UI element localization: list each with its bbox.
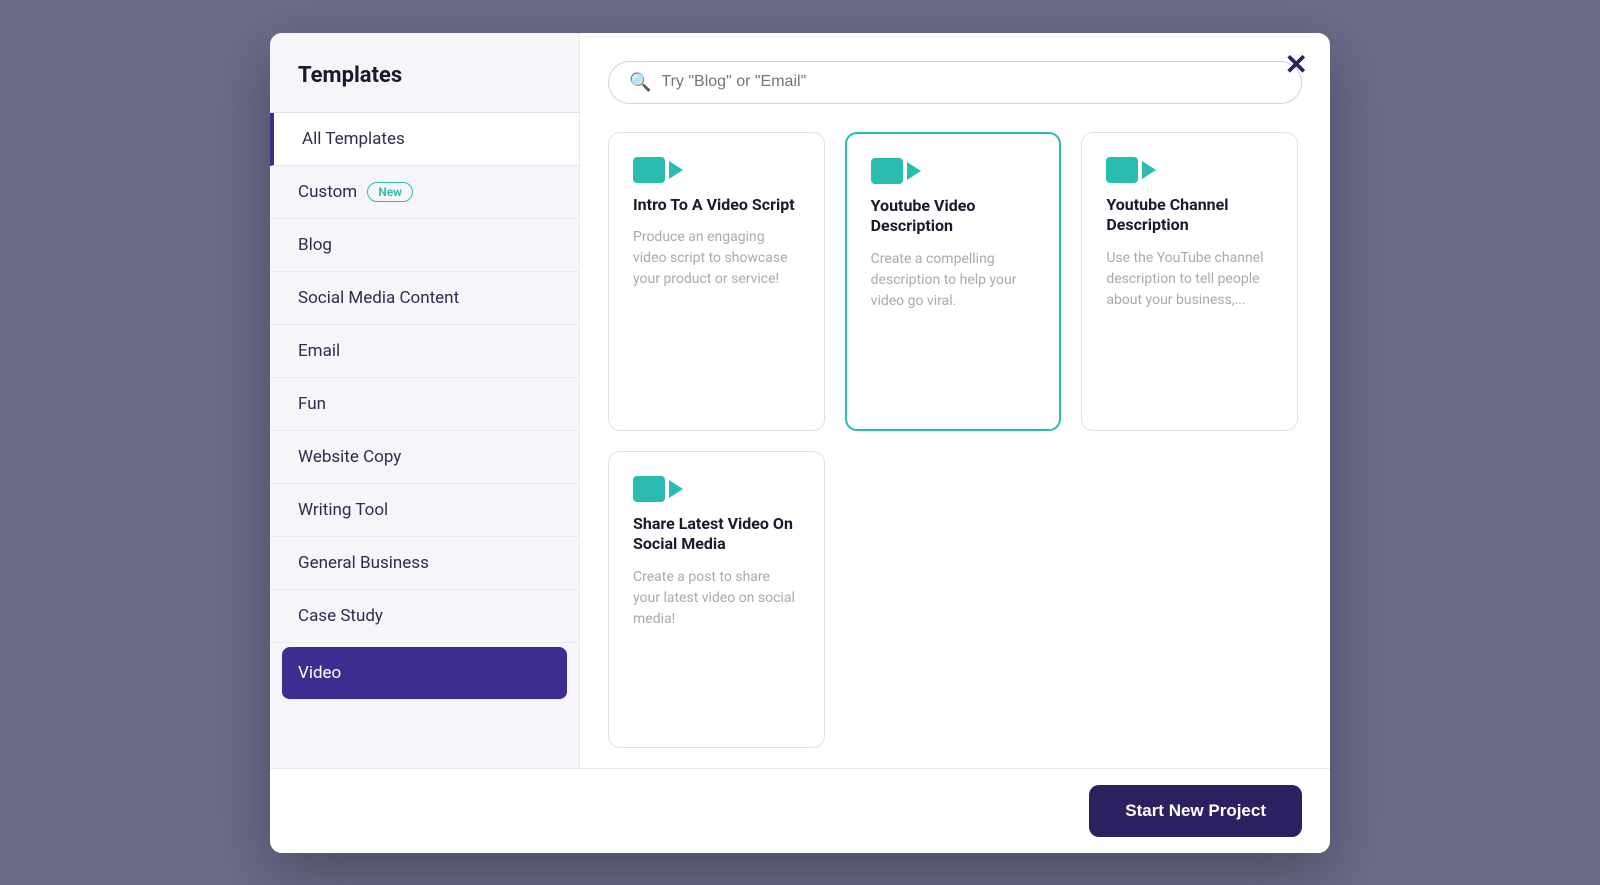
sidebar-item-writing-tool[interactable]: Writing Tool (270, 484, 579, 537)
main-content: 🔍 Intro To A Video Script Produce an enga… (580, 33, 1330, 768)
video-icon-shape (633, 476, 683, 502)
search-input[interactable] (661, 73, 1281, 91)
video-icon-shape (633, 157, 683, 183)
sidebar-item-custom[interactable]: Custom New (270, 166, 579, 219)
video-icon-shape (871, 158, 921, 184)
sidebar-item-label: Email (298, 341, 340, 361)
sidebar-item-label: Case Study (298, 606, 383, 626)
sidebar-title: Templates (270, 63, 579, 113)
card-title: Youtube Video Description (871, 196, 1036, 238)
sidebar-item-video[interactable]: Video (282, 647, 567, 700)
search-bar: 🔍 (608, 61, 1302, 104)
sidebar-item-all-templates[interactable]: All Templates (270, 113, 579, 166)
sidebar-item-fun[interactable]: Fun (270, 378, 579, 431)
card-description: Create a compelling description to help … (871, 249, 1036, 312)
sidebar-item-website-copy[interactable]: Website Copy (270, 431, 579, 484)
sidebar-item-label: General Business (298, 553, 429, 573)
new-badge: New (367, 182, 413, 202)
card-youtube-channel-description[interactable]: Youtube Channel Description Use the YouTu… (1081, 132, 1298, 431)
start-new-project-button[interactable]: Start New Project (1089, 785, 1302, 837)
card-intro-video-script[interactable]: Intro To A Video Script Produce an engagi… (608, 132, 825, 431)
sidebar-item-label: Custom (298, 182, 357, 202)
sidebar-item-label: Video (298, 663, 341, 683)
sidebar-item-blog[interactable]: Blog (270, 219, 579, 272)
video-camera-icon (1106, 157, 1273, 183)
sidebar-item-label: Website Copy (298, 447, 401, 467)
modal-body: Templates All Templates Custom New Blog Soci… (270, 33, 1330, 768)
sidebar-item-general-business[interactable]: General Business (270, 537, 579, 590)
close-button[interactable]: ✕ (1285, 51, 1308, 79)
card-description: Create a post to share your latest video… (633, 567, 800, 630)
modal-footer: Start New Project (270, 768, 1330, 853)
video-camera-icon (871, 158, 1036, 184)
sidebar-item-label: All Templates (302, 129, 405, 149)
video-icon-shape (1106, 157, 1156, 183)
sidebar-items: All Templates Custom New Blog Social Media C… (270, 113, 579, 704)
sidebar-item-label: Blog (298, 235, 332, 255)
card-title: Youtube Channel Description (1106, 195, 1273, 237)
video-camera-icon (633, 157, 800, 183)
card-youtube-video-description[interactable]: Youtube Video Description Create a compel… (845, 132, 1062, 431)
cards-grid: Intro To A Video Script Produce an engagi… (608, 132, 1302, 768)
card-title: Share Latest Video On Social Media (633, 514, 800, 556)
card-description: Produce an engaging video script to show… (633, 227, 800, 290)
video-camera-icon (633, 476, 800, 502)
sidebar-item-social-media[interactable]: Social Media Content (270, 272, 579, 325)
search-icon: 🔍 (629, 72, 651, 93)
sidebar-item-label: Fun (298, 394, 326, 414)
modal: ✕ Templates All Templates Custom New Blog So… (270, 33, 1330, 853)
sidebar-item-email[interactable]: Email (270, 325, 579, 378)
sidebar-item-label: Social Media Content (298, 288, 459, 308)
sidebar-item-label: Writing Tool (298, 500, 388, 520)
sidebar: Templates All Templates Custom New Blog Soci… (270, 33, 580, 768)
card-description: Use the YouTube channel description to t… (1106, 248, 1273, 311)
sidebar-item-case-study[interactable]: Case Study (270, 590, 579, 643)
card-title: Intro To A Video Script (633, 195, 800, 216)
card-share-latest-video[interactable]: Share Latest Video On Social Media Create… (608, 451, 825, 748)
